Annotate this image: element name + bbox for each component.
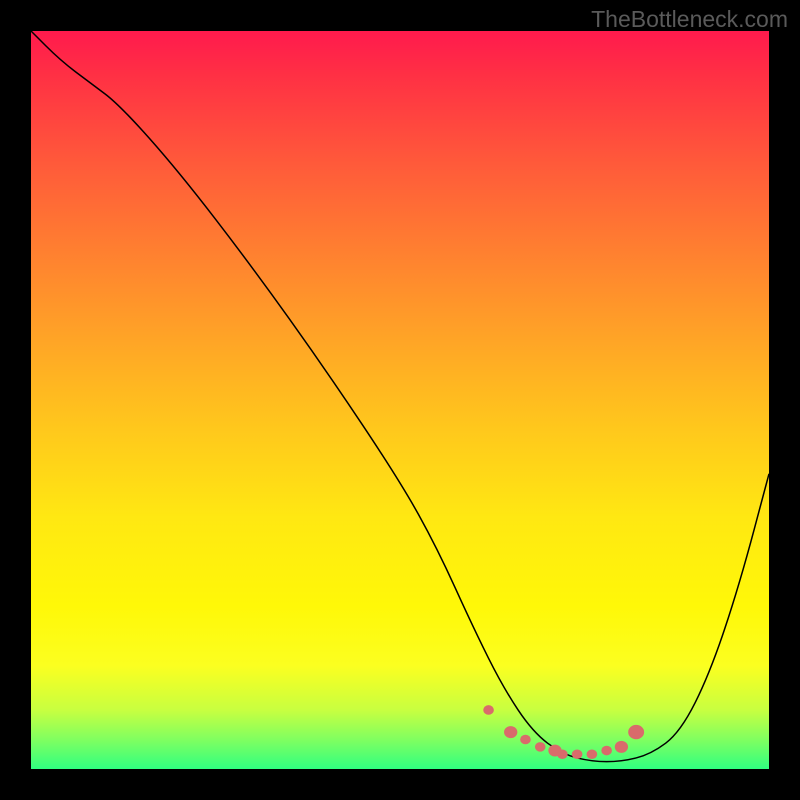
optimal-dot [615,741,628,753]
optimal-range-dots [31,31,769,769]
optimal-dot [483,705,494,715]
optimal-dot [520,735,531,745]
optimal-dot [587,749,598,759]
optimal-dot [535,742,546,752]
optimal-dot [572,749,583,759]
plot-gradient-area [31,31,769,769]
optimal-dot [628,725,644,739]
optimal-dot [601,746,612,756]
optimal-dot [557,749,568,759]
optimal-dot [504,726,517,738]
watermark-text: TheBottleneck.com [591,6,788,33]
